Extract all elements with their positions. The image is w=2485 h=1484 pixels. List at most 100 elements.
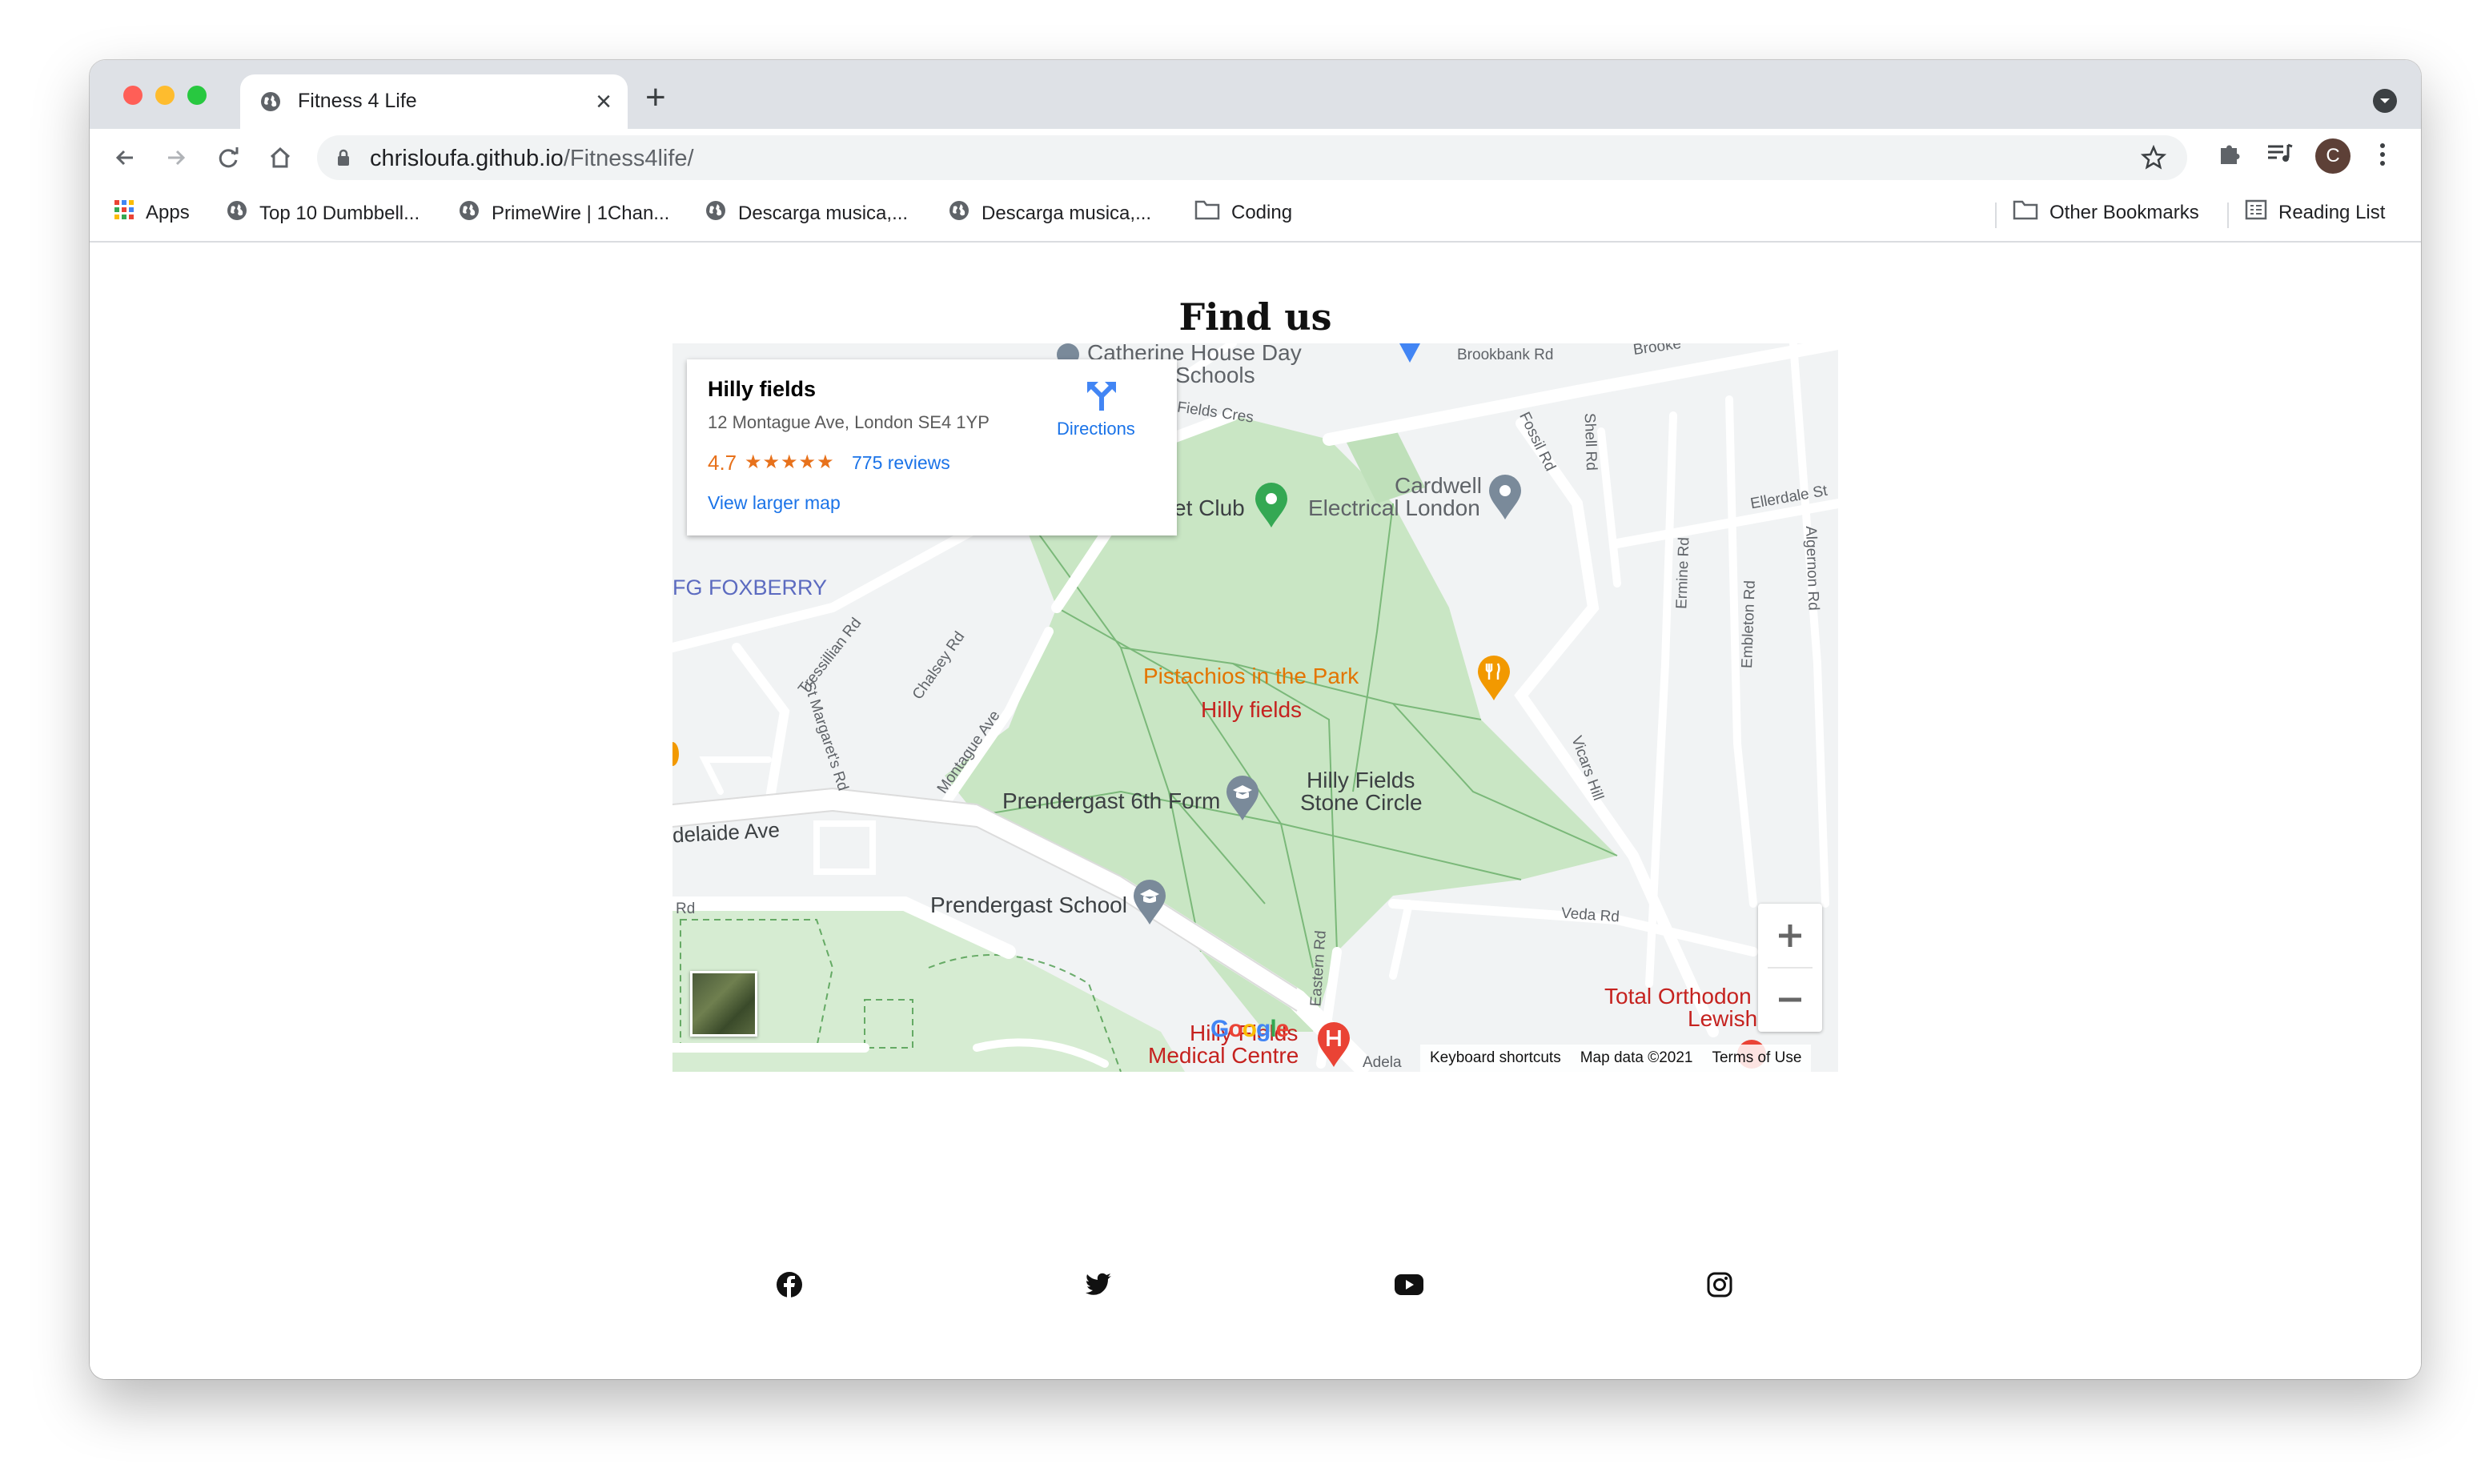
plus-icon (1779, 924, 1801, 947)
bookmark-divider (1995, 203, 1997, 228)
maximize-window-button[interactable] (187, 86, 207, 105)
map-label: Adela (1363, 1054, 1402, 1071)
globe-icon (226, 199, 248, 227)
hospital-marker-icon[interactable] (1315, 1021, 1353, 1069)
map-label: Shell Rd (1580, 412, 1600, 471)
map-label: Pistachios in the Park (1143, 664, 1359, 688)
map-label: Embleton Rd (1739, 580, 1759, 669)
map-label: FG FOXBERRY (672, 576, 828, 600)
gray-place-marker-icon[interactable] (1486, 473, 1524, 521)
school-marker-icon[interactable] (1223, 774, 1262, 822)
reviews-link[interactable]: 775 reviews (852, 452, 950, 474)
school-marker-icon[interactable] (1130, 878, 1169, 926)
apps-grid-icon (114, 199, 134, 226)
home-button[interactable] (261, 138, 299, 177)
url-text: chrisloufa.github.io/Fitness4life/ (370, 146, 694, 171)
globe-icon (705, 199, 727, 227)
map-label: Rd (676, 900, 696, 917)
google-logo: Google (1210, 1016, 1289, 1042)
bookmarks-bar: Apps Top 10 Dumbbell... PrimeWire | 1Cha… (90, 187, 2421, 243)
map-label: Prendergast 6th Form (1002, 788, 1221, 813)
map-label: Lewish (1688, 1006, 1758, 1031)
terms-of-use-link[interactable]: Terms of Use (1712, 1049, 1801, 1067)
bookmark-folder-coding[interactable]: Coding (1194, 199, 1292, 226)
facebook-icon[interactable] (773, 1269, 805, 1301)
zoom-control (1758, 904, 1822, 1032)
page-content: Find us Catherine House Day Schools Broo… (90, 243, 2421, 1379)
tab-title: Fitness 4 Life (298, 90, 417, 112)
map-data-text: Map data ©2021 (1580, 1049, 1693, 1066)
active-tab[interactable]: Fitness 4 Life × (240, 74, 628, 129)
place-rating: 4.7 (708, 451, 737, 475)
folder-icon (2013, 199, 2038, 226)
instagram-icon[interactable] (1704, 1269, 1736, 1301)
keyboard-shortcuts-link[interactable]: Keyboard shortcuts (1430, 1049, 1561, 1067)
bookmark-apps[interactable]: Apps (114, 199, 190, 226)
reload-button[interactable] (210, 138, 248, 177)
map-label: Electrical London (1308, 495, 1480, 520)
page-title: Find us (1178, 295, 1332, 339)
close-tab-icon[interactable]: × (596, 86, 612, 118)
other-bookmarks-folder[interactable]: Other Bookmarks (2013, 199, 2199, 226)
browser-toolbar: chrisloufa.github.io/Fitness4life/ C (90, 129, 2421, 187)
media-control-icon[interactable] (2266, 140, 2294, 171)
map-label: Ermine Rd (1673, 536, 1693, 610)
map-label: Hilly fields (1201, 697, 1303, 722)
tab-search-icon[interactable] (2373, 89, 2397, 113)
map-label: Schools (1175, 363, 1255, 387)
location-marker-icon[interactable] (1398, 343, 1422, 363)
tab-strip: Fitness 4 Life × + (90, 60, 2421, 129)
place-address: 12 Montague Ave, London SE4 1YP (708, 412, 990, 432)
profile-avatar[interactable]: C (2315, 138, 2351, 174)
bookmark-divider (2227, 203, 2229, 228)
address-bar[interactable]: chrisloufa.github.io/Fitness4life/ (317, 135, 2187, 180)
bookmark-item[interactable]: PrimeWire | 1Chan... (458, 199, 669, 227)
restaurant-marker-icon[interactable] (1475, 654, 1513, 702)
zoom-in-button[interactable] (1758, 904, 1822, 968)
globe-icon (458, 199, 480, 227)
green-place-marker-icon[interactable] (1252, 481, 1291, 529)
satellite-toggle-button[interactable] (690, 971, 757, 1037)
extensions-puzzle-icon[interactable] (2216, 140, 2243, 171)
folder-icon (1194, 199, 1220, 226)
back-button[interactable] (106, 138, 144, 177)
minimize-window-button[interactable] (155, 86, 175, 105)
reading-list-button[interactable]: Reading List (2245, 199, 2385, 226)
back-arrow-icon (115, 150, 133, 166)
home-icon (270, 146, 291, 168)
forward-arrow-icon (168, 150, 186, 166)
view-larger-map-link[interactable]: View larger map (708, 492, 841, 514)
map-label: et Club (1174, 495, 1245, 520)
map-label: Brookbank Rd (1457, 347, 1554, 363)
browser-window: Fitness 4 Life × + chrisloufa.github.io/… (90, 60, 2421, 1379)
map-label: Algernon Rd (1801, 525, 1822, 612)
orange-marker-edge-icon (672, 742, 679, 766)
bookmark-item[interactable]: Descarga musica,... (948, 199, 1151, 227)
bookmark-item[interactable]: Top 10 Dumbbell... (226, 199, 420, 227)
place-name: Hilly fields (708, 377, 817, 401)
directions-link[interactable]: Directions (1057, 419, 1135, 439)
close-window-button[interactable] (123, 86, 143, 105)
youtube-icon[interactable] (1393, 1269, 1425, 1301)
directions-icon[interactable] (1084, 377, 1119, 416)
twitter-icon[interactable] (1082, 1269, 1114, 1301)
rating-stars-icon: ★★★★★ (745, 451, 835, 473)
lock-icon (336, 148, 351, 171)
bookmark-item[interactable]: Descarga musica,... (705, 199, 908, 227)
place-info-card: Hilly fields 12 Montague Ave, London SE4… (687, 359, 1177, 535)
minus-icon (1779, 997, 1801, 1002)
map-label: Medical Centre (1148, 1043, 1299, 1068)
new-tab-button[interactable]: + (645, 78, 666, 118)
map-attribution: Keyboard shortcuts Map data ©2021 Terms … (1420, 1045, 1812, 1072)
globe-icon (259, 90, 282, 117)
forward-button[interactable] (157, 138, 195, 177)
globe-icon (948, 199, 970, 227)
browser-menu-icon[interactable] (2378, 140, 2387, 173)
reload-icon (219, 147, 239, 168)
reading-list-icon (2245, 199, 2267, 226)
embedded-map[interactable]: Catherine House Day Schools Brookbank Rd… (672, 343, 1838, 1072)
window-controls (123, 86, 207, 105)
zoom-out-button[interactable] (1758, 968, 1822, 1032)
map-label: Prendergast School (930, 892, 1127, 917)
bookmark-star-icon[interactable] (2140, 144, 2167, 174)
